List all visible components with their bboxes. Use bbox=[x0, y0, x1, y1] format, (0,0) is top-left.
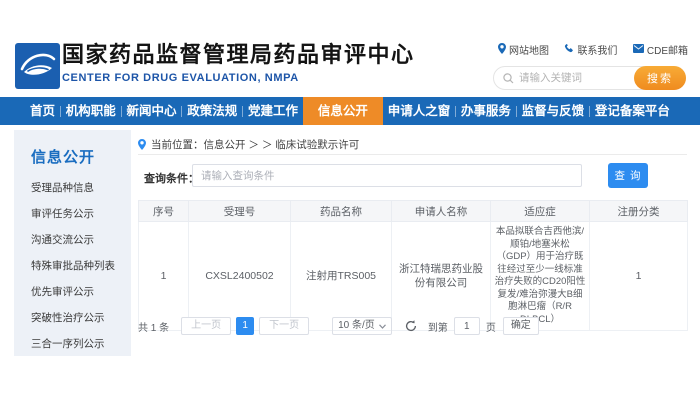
jump-page-input[interactable] bbox=[454, 317, 480, 335]
sidebar-item-special-approval-list[interactable]: 特殊审批品种列表 bbox=[31, 261, 121, 272]
col-header-drug-name: 药品名称 bbox=[291, 201, 392, 222]
pagination-total: 共 1 条 bbox=[138, 319, 169, 334]
query-form: 查询条件： 查 询 bbox=[138, 163, 687, 189]
sidebar-list: 受理品种信息 审评任务公示 沟通交流公示 特殊审批品种列表 优先审评公示 突破性… bbox=[31, 183, 121, 350]
sidebar-item-priority-review[interactable]: 优先审评公示 bbox=[31, 287, 121, 298]
site-title: 国家药品监督管理局药品审评中心 bbox=[62, 42, 415, 68]
site-title-block: 国家药品监督管理局药品审评中心 CENTER FOR DRUG EVALUATI… bbox=[62, 42, 415, 84]
nav-item-services[interactable]: 办事服务 bbox=[457, 97, 515, 125]
header-search: 搜索 bbox=[493, 66, 686, 90]
cde-logo-icon bbox=[15, 43, 60, 89]
sidebar-item-communication[interactable]: 沟通交流公示 bbox=[31, 235, 121, 246]
chevron-down-icon bbox=[379, 324, 386, 329]
nav-item-policy[interactable]: 政策法规 bbox=[183, 97, 241, 125]
sidebar-item-accepted-varieties[interactable]: 受理品种信息 bbox=[31, 183, 121, 194]
location-pin-icon bbox=[498, 43, 506, 57]
col-header-index: 序号 bbox=[139, 201, 189, 222]
table-header-row: 序号 受理号 药品名称 申请人名称 适应症 注册分类 bbox=[139, 201, 688, 222]
sidebar: 信息公开 受理品种信息 审评任务公示 沟通交流公示 特殊审批品种列表 优先审评公… bbox=[14, 130, 131, 356]
nav-item-news[interactable]: 新闻中心 bbox=[122, 97, 180, 125]
sidebar-item-review-tasks[interactable]: 审评任务公示 bbox=[31, 209, 121, 220]
nav-divider bbox=[242, 106, 243, 117]
cell-index: 1 bbox=[139, 222, 189, 331]
nav-item-organization[interactable]: 机构职能 bbox=[62, 97, 120, 125]
contact-label: 联系我们 bbox=[577, 42, 617, 57]
page-size-select[interactable]: 10 条/页 bbox=[332, 317, 392, 335]
nav-divider bbox=[60, 106, 61, 117]
nav-item-applicant-window[interactable]: 申请人之窗 bbox=[384, 97, 455, 125]
mailbox-link[interactable]: CDE邮箱 bbox=[633, 42, 688, 57]
col-header-applicant: 申请人名称 bbox=[392, 201, 491, 222]
jump-to-label: 到第 bbox=[428, 319, 448, 334]
nav-item-party[interactable]: 党建工作 bbox=[244, 97, 302, 125]
sitemap-label: 网站地图 bbox=[509, 42, 549, 57]
mail-icon bbox=[633, 44, 644, 56]
query-label: 查询条件： bbox=[144, 170, 199, 186]
nav-divider bbox=[589, 106, 590, 117]
query-button[interactable]: 查 询 bbox=[608, 163, 648, 188]
location-pin-icon bbox=[138, 139, 146, 150]
sidebar-title: 信息公开 bbox=[31, 146, 121, 167]
page-size-value: 10 条/页 bbox=[338, 318, 375, 334]
next-page-button[interactable]: 下一页 bbox=[259, 317, 309, 335]
nav-item-supervision-feedback[interactable]: 监督与反馈 bbox=[518, 97, 589, 125]
cell-indication: 本品拟联合吉西他滨/顺铂/地塞米松（GDP）用于治疗既往经过至少一线标准治疗失败… bbox=[491, 222, 590, 331]
nav-divider bbox=[516, 106, 517, 117]
site-subtitle: CENTER FOR DRUG EVALUATION, NMPA bbox=[62, 72, 415, 84]
nav-item-home[interactable]: 首页 bbox=[26, 97, 59, 125]
sitemap-link[interactable]: 网站地图 bbox=[498, 42, 549, 57]
prev-page-button[interactable]: 上一页 bbox=[181, 317, 231, 335]
search-icon bbox=[503, 73, 514, 84]
nav-divider bbox=[455, 106, 456, 117]
nav-divider bbox=[181, 106, 182, 117]
cell-acceptance-no: CXSL2400502 bbox=[189, 222, 291, 331]
col-header-acceptance-no: 受理号 bbox=[189, 201, 291, 222]
header-search-button[interactable]: 搜索 bbox=[634, 66, 686, 90]
col-header-indication: 适应症 bbox=[491, 201, 590, 222]
cde-logo bbox=[15, 43, 60, 89]
phone-icon bbox=[564, 43, 574, 56]
sidebar-item-three-in-one[interactable]: 三合一序列公示 bbox=[31, 339, 121, 350]
page: 国家药品监督管理局药品审评中心 CENTER FOR DRUG EVALUATI… bbox=[0, 0, 700, 400]
col-header-registration-class: 注册分类 bbox=[590, 201, 688, 222]
page-1-button[interactable]: 1 bbox=[236, 317, 254, 335]
query-input[interactable] bbox=[192, 164, 582, 187]
breadcrumb: 当前位置：信息公开 ＞ ＞ 临床试验默示许可 bbox=[138, 134, 687, 155]
sidebar-item-breakthrough-therapy[interactable]: 突破性治疗公示 bbox=[31, 313, 121, 324]
main-nav: 首页 机构职能 新闻中心 政策法规 党建工作 信息公开 申请人之窗 办事服务 监… bbox=[0, 97, 700, 125]
contact-link[interactable]: 联系我们 bbox=[564, 42, 617, 57]
quick-links: 网站地图 联系我们 CDE邮箱 bbox=[498, 42, 688, 57]
nav-divider bbox=[121, 106, 122, 117]
cell-registration-class: 1 bbox=[590, 222, 688, 331]
nav-item-registration-platform[interactable]: 登记备案平台 bbox=[591, 97, 674, 125]
pagination: 共 1 条 上一页 1 下一页 10 条/页 到第 页 确定 bbox=[138, 317, 687, 335]
mailbox-label: CDE邮箱 bbox=[647, 42, 688, 57]
refresh-icon[interactable] bbox=[405, 320, 417, 332]
table-row: 1 CXSL2400502 注射用TRS005 浙江特瑞思药业股份有限公司 本品… bbox=[139, 222, 688, 331]
cell-applicant: 浙江特瑞思药业股份有限公司 bbox=[392, 222, 491, 331]
results-table: 序号 受理号 药品名称 申请人名称 适应症 注册分类 1 CXSL2400502… bbox=[138, 200, 688, 331]
jump-unit-label: 页 bbox=[486, 319, 496, 334]
nav-item-info-disclosure[interactable]: 信息公开 bbox=[303, 97, 383, 125]
cell-drug-name: 注射用TRS005 bbox=[291, 222, 392, 331]
confirm-button[interactable]: 确定 bbox=[503, 317, 539, 335]
breadcrumb-text: 当前位置：信息公开 ＞ ＞ 临床试验默示许可 bbox=[151, 137, 359, 152]
